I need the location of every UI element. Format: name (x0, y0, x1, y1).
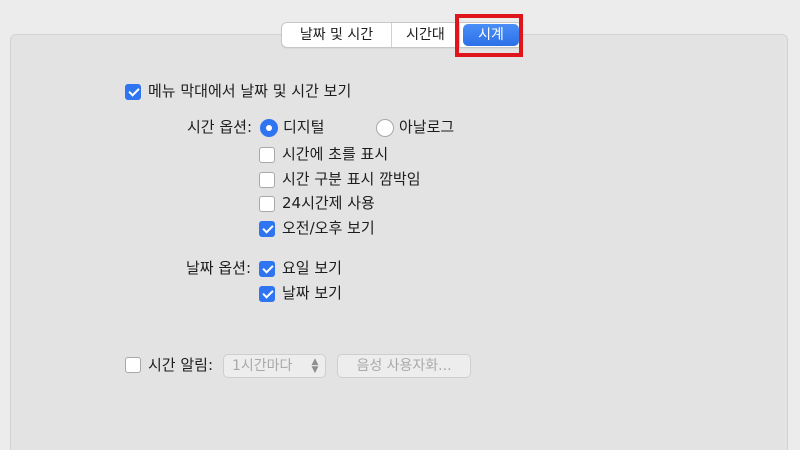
show-in-menubar-checkbox[interactable] (125, 84, 141, 100)
time-options-label: 시간 옵션: (187, 118, 253, 136)
announce-interval-value: 1시간마다 (232, 358, 293, 374)
show-date-label: 날짜 보기 (282, 284, 342, 302)
digital-radio[interactable] (260, 119, 278, 137)
date-options-label: 날짜 옵션: (186, 259, 252, 277)
show-date-checkbox[interactable] (259, 286, 275, 302)
tab-clock[interactable]: 시계 (463, 24, 519, 46)
analog-label: 아날로그 (399, 118, 455, 136)
show-am-pm-label: 오전/오후 보기 (282, 219, 375, 237)
show-day-of-week-checkbox[interactable] (259, 261, 275, 277)
tab-bar: 날짜 및 시간 시간대 시계 (281, 22, 523, 48)
flash-separators-checkbox[interactable] (259, 172, 275, 188)
announce-interval-popup[interactable]: 1시간마다 ▲ ▼ (223, 354, 326, 378)
use-24-hour-label: 24시간제 사용 (282, 194, 375, 212)
show-am-pm-checkbox[interactable] (259, 221, 275, 237)
customize-voice-button[interactable]: 음성 사용자화... (337, 354, 471, 378)
announce-time-checkbox[interactable] (125, 357, 141, 373)
show-day-of-week-label: 요일 보기 (282, 259, 342, 277)
chevron-up-down-icon: ▲ ▼ (311, 357, 319, 375)
show-in-menubar-label: 메뉴 막대에서 날짜 및 시간 보기 (148, 82, 352, 100)
digital-label: 디지털 (283, 118, 325, 136)
analog-radio[interactable] (376, 119, 394, 137)
tab-date-time[interactable]: 날짜 및 시간 (282, 23, 392, 47)
show-seconds-label: 시간에 초를 표시 (282, 145, 389, 163)
flash-separators-label: 시간 구분 표시 깜박임 (282, 170, 421, 188)
show-seconds-checkbox[interactable] (259, 147, 275, 163)
announce-time-label: 시간 알림: (148, 356, 214, 374)
clock-preferences-window: 날짜 및 시간 시간대 시계 메뉴 막대에서 날짜 및 시간 보기 시간 옵션:… (0, 0, 800, 450)
use-24-hour-checkbox[interactable] (259, 196, 275, 212)
tab-time-zone[interactable]: 시간대 (392, 23, 460, 47)
